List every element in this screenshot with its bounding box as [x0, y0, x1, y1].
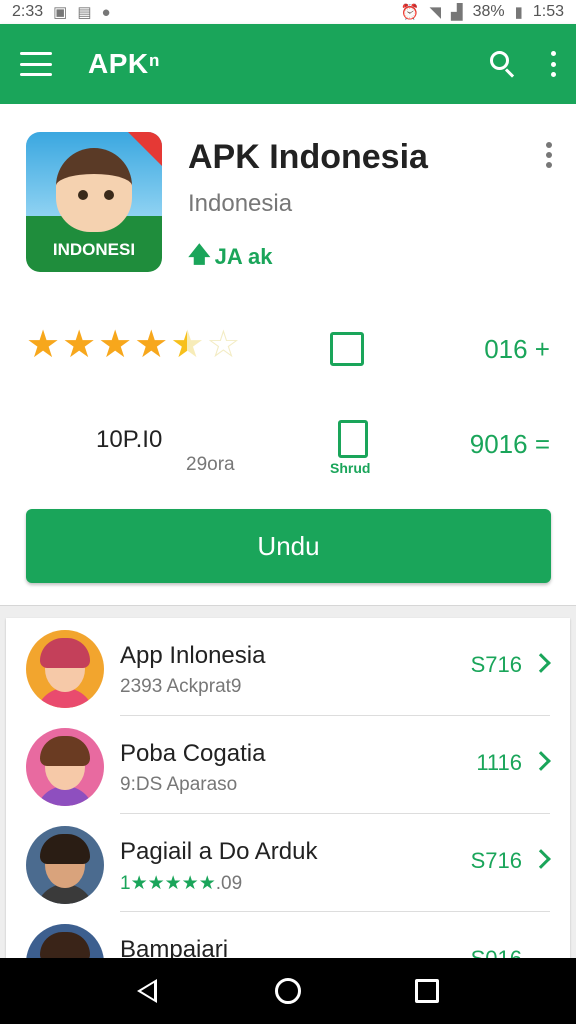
recents-icon[interactable]: [415, 979, 439, 1003]
size-caption: Shrud: [330, 460, 371, 476]
avatar: [26, 924, 104, 958]
file-icon: [338, 420, 368, 458]
star-icon: ★★★★★: [130, 873, 216, 894]
signal-icon: ▟: [451, 4, 463, 21]
downloads-sub: 29ora: [186, 454, 235, 475]
system-nav-bar: [0, 958, 576, 1024]
app-developer: Indonesia: [188, 190, 293, 217]
list-item-value: S016: [471, 946, 522, 958]
download-button[interactable]: Undu: [26, 509, 551, 583]
app-bar: APKⁿ: [0, 24, 576, 104]
app-meta-text: JA ak: [214, 244, 273, 269]
avatar: [26, 630, 104, 708]
star-icon: ★: [134, 324, 169, 366]
list-item-value: 1116: [476, 750, 522, 775]
bookmark-icon[interactable]: [330, 332, 364, 366]
star-icon: ★: [26, 324, 61, 366]
notification-icon: ▣: [53, 4, 68, 21]
back-icon[interactable]: [137, 978, 161, 1004]
wifi-icon: ◥: [429, 4, 442, 21]
list-item-title: Pagiail a Do Arduk: [120, 838, 318, 865]
rating-stars: ★ ★ ★ ★ ★ ☆: [26, 326, 240, 364]
status-bar: 2:33 ▣ ▤ ● ⏰ ◥ ▟ 38% ▮ 1:53: [0, 0, 576, 24]
rating-value: 016 +: [484, 334, 550, 364]
downloads-label: 10P.I0: [96, 426, 163, 453]
star-icon: ★: [98, 324, 133, 366]
alarm-icon: ⏰: [400, 4, 420, 21]
size-value: 9016 =: [469, 429, 550, 459]
search-icon[interactable]: [488, 49, 518, 79]
status-time: 2:33: [12, 3, 44, 20]
menu-icon[interactable]: [20, 52, 52, 76]
trending-up-icon: 🡅: [188, 242, 211, 267]
list-item-title: Bampaiari: [120, 936, 229, 958]
battery-percent: 38%: [472, 3, 505, 20]
app-detail-card: INDONESI APK Indonesia Indonesia 🡅 JA ak…: [0, 104, 576, 606]
list-item-title: Poba Cogatia: [120, 740, 266, 767]
chevron-right-icon: [531, 653, 551, 673]
list-item-title: App Inlonesia: [120, 642, 266, 669]
status-clock: 1:53: [532, 3, 564, 20]
chevron-right-icon: [531, 751, 551, 771]
alert-icon: ●: [101, 3, 111, 21]
avatar: [26, 826, 104, 904]
list-item-subtitle: 9:DS Aparaso: [120, 774, 238, 795]
list-item-value: S716: [470, 848, 522, 873]
list-item-subtitle: 2393 Ackprat9: [120, 676, 242, 697]
battery-icon: ▮: [514, 4, 523, 21]
list-item[interactable]: Bampaiari S016: [6, 912, 570, 958]
list-item[interactable]: Poba Cogatia 9:DS Aparaso 1116: [6, 716, 570, 814]
star-half-icon: ★: [170, 324, 205, 366]
app-icon: INDONESI: [26, 132, 162, 272]
star-icon: ★: [62, 324, 97, 366]
chevron-right-icon: [531, 849, 551, 869]
more-vert-icon[interactable]: [546, 142, 552, 168]
list-item[interactable]: Pagiail a Do Arduk 1★★★★★.09 S716: [6, 814, 570, 912]
related-apps-list: App Inlonesia 2393 Ackprat9 S716 Poba Co…: [6, 618, 570, 958]
list-item-value: S716: [470, 652, 522, 677]
file-notification-icon: ▤: [77, 4, 92, 21]
star-empty-icon: ☆: [206, 324, 241, 366]
app-bar-title: APKⁿ: [88, 48, 161, 79]
app-meta: 🡅 JA ak: [188, 238, 273, 276]
rating-tail: .09: [215, 873, 243, 894]
list-item[interactable]: App Inlonesia 2393 Ackprat9 S716: [6, 618, 570, 716]
app-name: APK Indonesia: [188, 138, 428, 176]
app-icon-label: INDONESI: [52, 240, 136, 259]
more-vert-icon[interactable]: [550, 51, 556, 77]
home-icon[interactable]: [275, 978, 301, 1004]
list-item-subtitle: 1★★★★★.09: [120, 872, 242, 895]
rating-count: 1: [120, 873, 131, 894]
avatar: [26, 728, 104, 806]
